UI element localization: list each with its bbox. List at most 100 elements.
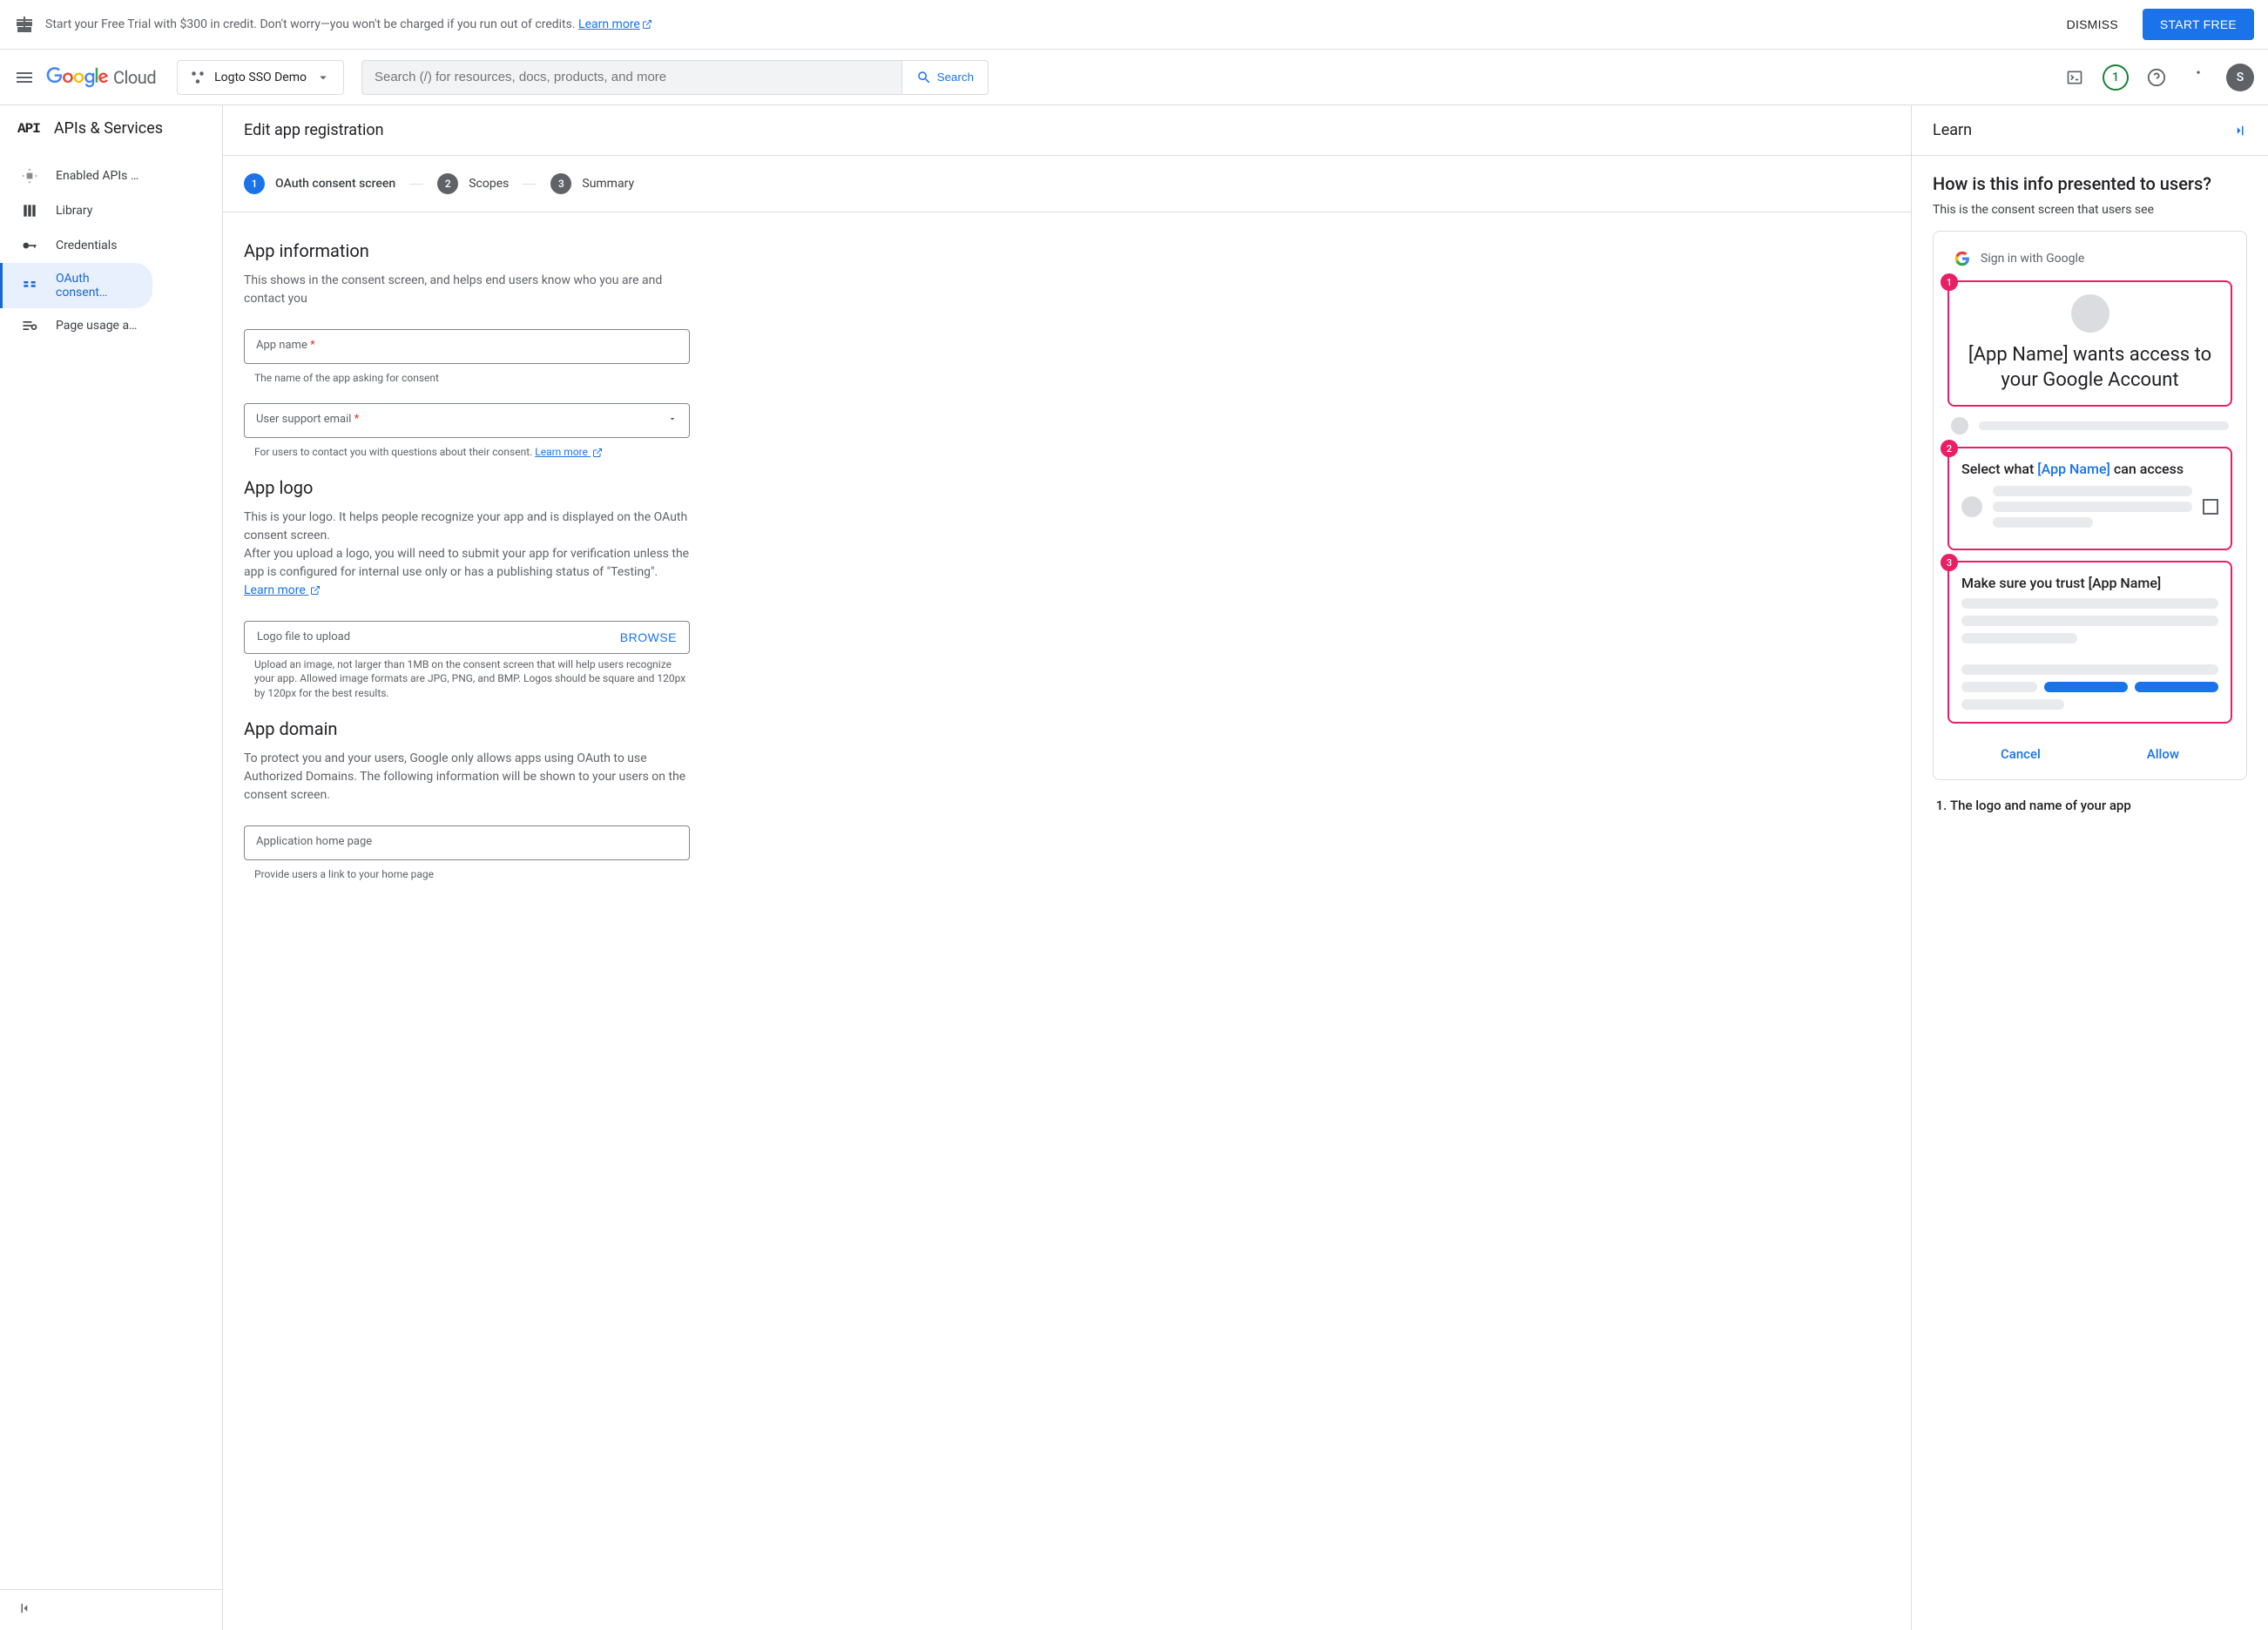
enabled-apis-icon — [21, 167, 38, 185]
help-icon — [2147, 68, 2166, 87]
learn-title: How is this info presented to users? — [1933, 173, 2247, 194]
sidebar-item-label: Page usage a… — [56, 319, 137, 333]
mockup-signin: Sign in with Google — [1947, 246, 2232, 280]
learn-info-list: The logo and name of your app — [1933, 798, 2247, 813]
mockup-placeholder — [1993, 502, 2192, 512]
mockup-section-3: 3 Make sure you trust [App Name] — [1947, 561, 2232, 724]
trial-status-badge[interactable]: 1 — [2103, 64, 2129, 91]
sidebar-item-enabled-apis[interactable]: Enabled APIs … — [0, 158, 222, 193]
project-selector[interactable]: Logto SSO Demo — [177, 60, 344, 95]
app-logo-learn-more[interactable]: Learn more — [244, 583, 321, 597]
mockup-placeholder — [1961, 616, 2218, 626]
main-content: Edit app registration 1 OAuth consent sc… — [223, 105, 1911, 1630]
banner-text: Start your Free Trial with $300 in credi… — [45, 17, 2042, 31]
sidebar-item-label: OAuth consent… — [56, 272, 132, 300]
sidebar: API APIs & Services Enabled APIs … Libra… — [0, 105, 223, 1630]
mockup-heading-2: Select what [App Name] can access — [1961, 461, 2218, 477]
learn-panel: Learn How is this info presented to user… — [1911, 105, 2268, 1630]
step-summary[interactable]: 3 Summary — [550, 173, 634, 194]
upload-hint: Upload an image, not larger than 1MB on … — [254, 657, 690, 701]
mockup-actions: Cancel Allow — [1947, 734, 2232, 765]
mockup-placeholder — [1961, 598, 2218, 609]
mockup-placeholder — [1961, 682, 2037, 692]
key-icon — [21, 237, 38, 254]
mockup-section-1: 1 [App Name] wants access to your Google… — [1947, 280, 2232, 407]
project-name: Logto SSO Demo — [214, 71, 307, 84]
app-info-desc: This shows in the consent screen, and he… — [244, 272, 690, 308]
collapse-panel-icon[interactable] — [2231, 123, 2247, 138]
mockup-placeholder — [1951, 417, 1968, 434]
sidebar-item-library[interactable]: Library — [0, 193, 222, 228]
step-scopes[interactable]: 2 Scopes — [437, 173, 509, 194]
upload-label: Logo file to upload — [257, 630, 350, 643]
sidebar-item-page-usage[interactable]: Page usage a… — [0, 308, 222, 343]
google-logo-icon — [45, 67, 110, 88]
homepage-input[interactable] — [244, 825, 690, 860]
search-input[interactable] — [375, 70, 889, 84]
help-button[interactable] — [2143, 64, 2170, 91]
sidebar-item-credentials[interactable]: Credentials — [0, 228, 222, 263]
learn-header: Learn — [1912, 105, 2268, 156]
search-icon — [916, 70, 932, 85]
mockup-placeholder — [1993, 486, 2192, 496]
stepper: 1 OAuth consent screen 2 Scopes 3 Summar… — [223, 156, 1911, 212]
hamburger-menu-icon[interactable] — [14, 67, 35, 88]
logo-upload-field: Logo file to upload BROWSE — [244, 621, 690, 654]
mockup-placeholder — [2135, 682, 2218, 692]
support-email-hint: For users to contact you with questions … — [254, 445, 690, 460]
app-name-input[interactable] — [244, 329, 690, 364]
gift-icon — [14, 14, 35, 35]
step-divider — [409, 184, 423, 185]
app-logo-title: App logo — [244, 477, 690, 498]
mockup-heading-1: [App Name] wants access to your Google A… — [1961, 343, 2218, 393]
sidebar-item-label: Credentials — [56, 239, 117, 253]
sidebar-item-oauth-consent[interactable]: OAuth consent… — [0, 263, 152, 308]
mockup-badge-3: 3 — [1941, 554, 1958, 571]
dismiss-button[interactable]: DISMISS — [2053, 10, 2132, 38]
mockup-placeholder — [1961, 699, 2064, 710]
mockup-allow: Allow — [2147, 746, 2179, 762]
search-box[interactable] — [361, 60, 902, 95]
step-oauth-consent[interactable]: 1 OAuth consent screen — [244, 173, 395, 194]
app-header: Cloud Logto SSO Demo Search 1 S — [0, 50, 2268, 105]
mockup-placeholder — [2044, 682, 2128, 692]
sidebar-item-label: Enabled APIs … — [56, 169, 138, 183]
app-name-hint: The name of the app asking for consent — [254, 371, 690, 386]
app-info-title: App information — [244, 240, 690, 261]
app-domain-title: App domain — [244, 718, 690, 739]
mockup-section-2: 2 Select what [App Name] can access — [1947, 447, 2232, 550]
more-options-button[interactable] — [2184, 64, 2212, 91]
learn-subtitle: This is the consent screen that users se… — [1933, 203, 2247, 217]
more-vert-icon — [2190, 69, 2207, 86]
support-email-learn-more[interactable]: Learn more — [535, 446, 603, 458]
mockup-placeholder — [1961, 496, 1982, 517]
chevron-down-icon — [315, 70, 331, 85]
support-email-select[interactable] — [244, 403, 690, 438]
banner-learn-more-link[interactable]: Learn more — [578, 17, 652, 31]
google-cloud-logo[interactable]: Cloud — [45, 67, 156, 88]
google-g-icon — [1954, 251, 1970, 266]
free-trial-banner: Start your Free Trial with $300 in credi… — [0, 0, 2268, 50]
mockup-app-avatar — [2071, 294, 2109, 333]
mockup-placeholder — [1993, 517, 2093, 528]
sidebar-item-label: Library — [56, 204, 92, 218]
mockup-cancel: Cancel — [2001, 746, 2041, 762]
project-icon — [190, 70, 206, 85]
app-logo-desc: This is your logo. It helps people recog… — [244, 509, 690, 600]
sidebar-title: APIs & Services — [54, 119, 163, 138]
cloud-shell-button[interactable] — [2061, 64, 2089, 91]
usage-icon — [21, 317, 38, 334]
mockup-checkbox — [2203, 499, 2218, 515]
mockup-placeholder — [1979, 421, 2229, 430]
mockup-badge-2: 2 — [1941, 440, 1958, 457]
start-free-button[interactable]: START FREE — [2143, 9, 2254, 40]
step-divider — [523, 184, 537, 185]
collapse-sidebar-icon[interactable] — [17, 1600, 33, 1616]
consent-mockup: Sign in with Google 1 [App Name] wants a… — [1933, 231, 2247, 780]
browse-button[interactable]: BROWSE — [620, 630, 677, 644]
mockup-placeholder — [1961, 664, 2218, 675]
consent-icon — [21, 277, 38, 294]
search-button[interactable]: Search — [902, 60, 989, 95]
terminal-icon — [2066, 69, 2083, 86]
user-avatar[interactable]: S — [2226, 64, 2254, 91]
